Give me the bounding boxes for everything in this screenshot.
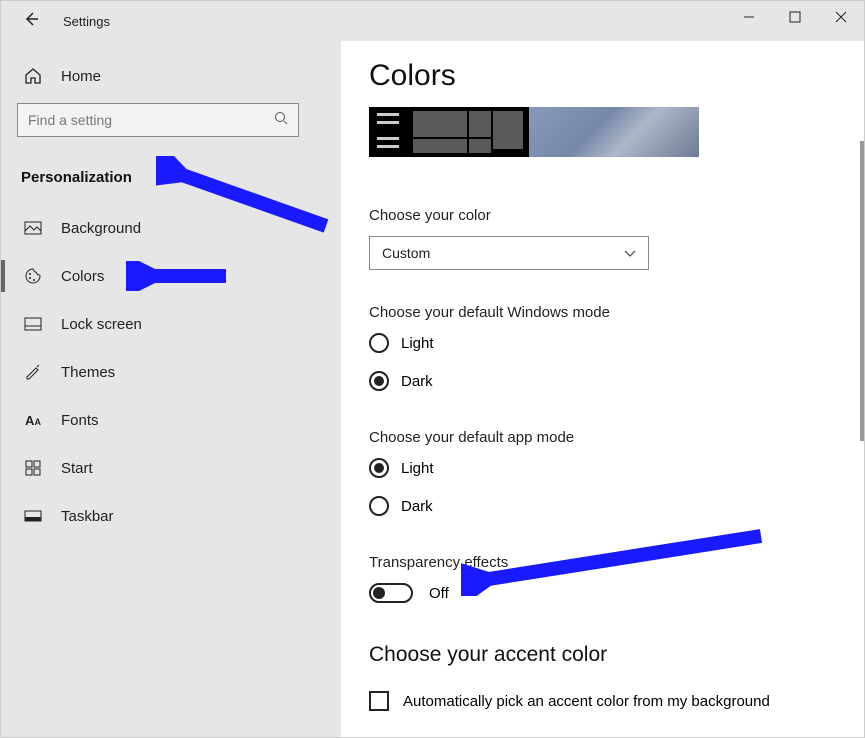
back-icon[interactable] xyxy=(23,11,39,31)
radio-icon xyxy=(369,333,389,353)
nav-label: Fonts xyxy=(61,412,99,429)
windows-mode-label: Choose your default Windows mode xyxy=(369,304,840,321)
sidebar-item-home[interactable]: Home xyxy=(17,59,325,103)
chevron-down-icon xyxy=(624,245,636,261)
home-label: Home xyxy=(61,68,101,85)
start-icon xyxy=(23,460,43,476)
preview-image xyxy=(529,107,699,157)
radio-label: Dark xyxy=(401,373,433,390)
nav-label: Start xyxy=(61,460,93,477)
search-icon xyxy=(274,111,288,130)
checkbox-icon xyxy=(369,691,389,711)
sidebar-category: Personalization xyxy=(17,161,325,204)
home-icon xyxy=(23,67,43,85)
search-placeholder: Find a setting xyxy=(28,112,274,128)
palette-icon xyxy=(23,267,43,285)
sidebar-item-fonts[interactable]: AA Fonts xyxy=(17,396,325,444)
radio-label: Light xyxy=(401,460,434,477)
scrollbar[interactable] xyxy=(860,141,864,441)
toggle-state: Off xyxy=(429,585,449,602)
window-controls xyxy=(726,1,864,41)
preview-strip xyxy=(369,107,699,157)
nav-label: Taskbar xyxy=(61,508,114,525)
radio-icon xyxy=(369,496,389,516)
nav-label: Themes xyxy=(61,364,115,381)
transparency-label: Transparency effects xyxy=(369,554,840,571)
nav-label: Colors xyxy=(61,268,104,285)
radio-icon xyxy=(369,371,389,391)
app-title: Settings xyxy=(63,14,110,29)
close-button[interactable] xyxy=(818,1,864,33)
app-mode-label: Choose your default app mode xyxy=(369,429,840,446)
titlebar-left: Settings xyxy=(1,1,341,41)
sidebar-item-start[interactable]: Start xyxy=(17,444,325,492)
sidebar-item-colors[interactable]: Colors xyxy=(17,252,325,300)
sidebar-item-taskbar[interactable]: Taskbar xyxy=(17,492,325,540)
choose-color-dropdown[interactable]: Custom xyxy=(369,236,649,270)
windows-mode-light-radio[interactable]: Light xyxy=(369,333,840,353)
app-mode-light-radio[interactable]: Light xyxy=(369,458,840,478)
sidebar-item-lockscreen[interactable]: Lock screen xyxy=(17,300,325,348)
minimize-button[interactable] xyxy=(726,1,772,33)
accent-heading: Choose your accent color xyxy=(369,643,840,667)
preview-tiles xyxy=(369,107,529,157)
choose-color-label: Choose your color xyxy=(369,207,840,224)
windows-mode-dark-radio[interactable]: Dark xyxy=(369,371,840,391)
taskbar-icon xyxy=(23,510,43,522)
app-mode-dark-radio[interactable]: Dark xyxy=(369,496,840,516)
radio-label: Light xyxy=(401,335,434,352)
main-panel: Colors Choose your color Custom Choose y… xyxy=(341,41,864,737)
fonts-icon: AA xyxy=(23,413,43,428)
accent-auto-checkbox-row[interactable]: Automatically pick an accent color from … xyxy=(369,691,840,711)
page-title: Colors xyxy=(369,59,840,93)
sidebar-item-background[interactable]: Background xyxy=(17,204,325,252)
maximize-button[interactable] xyxy=(772,1,818,33)
search-input[interactable]: Find a setting xyxy=(17,103,299,137)
themes-icon xyxy=(23,363,43,381)
lockscreen-icon xyxy=(23,317,43,331)
checkbox-label: Automatically pick an accent color from … xyxy=(403,693,770,710)
sidebar-item-themes[interactable]: Themes xyxy=(17,348,325,396)
titlebar: Settings xyxy=(1,1,864,41)
nav-label: Background xyxy=(61,220,141,237)
transparency-toggle[interactable] xyxy=(369,583,413,603)
radio-icon xyxy=(369,458,389,478)
nav-label: Lock screen xyxy=(61,316,142,333)
dropdown-value: Custom xyxy=(382,245,430,261)
picture-icon xyxy=(23,221,43,235)
sidebar: Home Find a setting Personalization Back… xyxy=(1,41,341,737)
radio-label: Dark xyxy=(401,498,433,515)
